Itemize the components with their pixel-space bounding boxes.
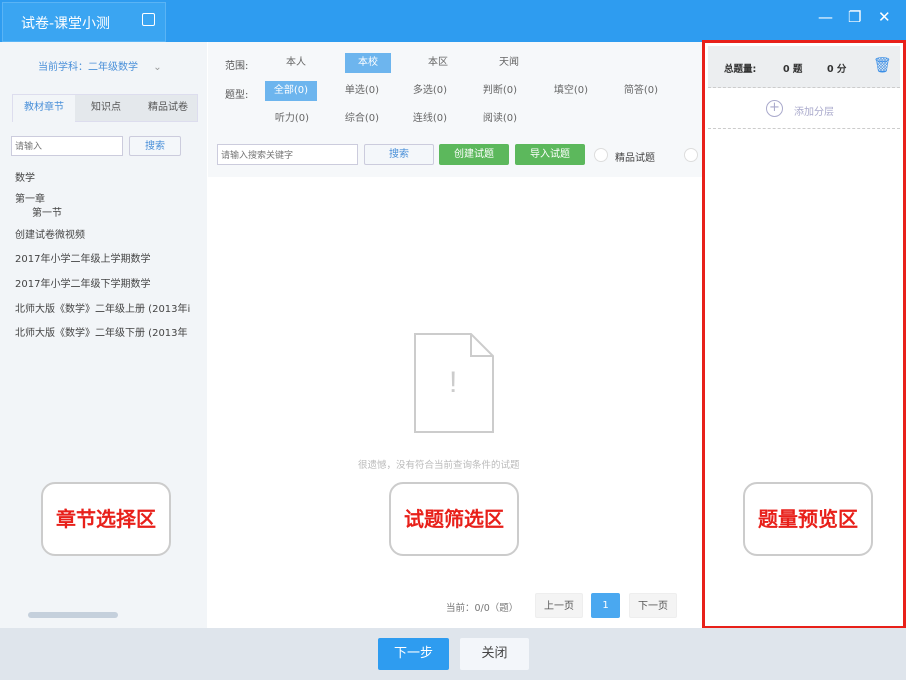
create-question-button[interactable]: 创建试题: [439, 144, 509, 165]
tree-item[interactable]: 第一章: [15, 190, 45, 205]
tab-premium-papers[interactable]: 精品试卷: [137, 95, 199, 122]
question-count: 0 题: [783, 64, 803, 75]
tree-item[interactable]: 2017年小学二年级下学期数学: [15, 275, 150, 290]
close-icon[interactable]: ✕: [878, 8, 891, 26]
type-option[interactable]: 简答(0): [615, 81, 667, 101]
tab-textbook-chapters[interactable]: 教材章节: [13, 95, 75, 122]
chevron-down-icon: ⌄: [153, 62, 162, 73]
type-option[interactable]: 综合(0): [336, 109, 388, 129]
page-1-button[interactable]: 1: [591, 593, 620, 618]
type-option[interactable]: 多选(0): [404, 81, 456, 101]
trash-icon[interactable]: 🗑: [873, 56, 892, 74]
type-option[interactable]: 全部(0): [265, 81, 317, 101]
add-layer-label: 添加分层: [794, 107, 834, 118]
horizontal-scrollbar[interactable]: [28, 612, 118, 618]
next-page-button[interactable]: 下一页: [629, 593, 677, 618]
type-label: 题型:: [225, 90, 249, 101]
tree-item[interactable]: 2017年小学二年级上学期数学: [15, 250, 150, 265]
type-option[interactable]: 听力(0): [266, 109, 318, 129]
total-label: 总题量:: [724, 64, 757, 75]
callout-preview-area: 题量预览区: [743, 482, 873, 556]
question-search-button[interactable]: 搜索: [364, 144, 434, 165]
premium-radio[interactable]: [594, 148, 608, 162]
question-search-input[interactable]: [217, 144, 358, 165]
total-score: 0 分: [827, 64, 847, 75]
restore-icon[interactable]: ❐: [848, 8, 861, 26]
tree-item[interactable]: 第一节: [32, 204, 62, 219]
tab-knowledge-points[interactable]: 知识点: [75, 95, 137, 122]
pager-status: 当前：0/0（题）: [446, 603, 519, 614]
type-option[interactable]: 填空(0): [545, 81, 597, 101]
chapter-search-button[interactable]: 搜索: [129, 136, 181, 156]
callout-chapter-area: 章节选择区: [41, 482, 171, 556]
prev-page-button[interactable]: 上一页: [535, 593, 583, 618]
svg-text:!: !: [449, 366, 457, 399]
scope-option[interactable]: 本区: [415, 53, 461, 73]
tree-item[interactable]: 北师大版《数学》二年级上册 (2013年i: [15, 300, 200, 315]
chapter-search-input[interactable]: [11, 136, 123, 156]
plus-circle-icon: +: [766, 100, 783, 117]
edit-icon[interactable]: [142, 13, 155, 26]
type-option[interactable]: 阅读(0): [474, 109, 526, 129]
scope-label: 范围:: [225, 61, 249, 72]
scope-option[interactable]: 本人: [273, 53, 319, 73]
scope-option[interactable]: 本校: [345, 53, 391, 73]
close-button[interactable]: 关闭: [460, 638, 529, 670]
subject-select[interactable]: 当前学科：二年级数学 ⌄: [38, 58, 162, 73]
scope-option[interactable]: 天闻: [486, 53, 532, 73]
next-step-button[interactable]: 下一步: [378, 638, 449, 670]
add-layer-button[interactable]: + 添加分层: [708, 89, 900, 129]
empty-message: 很遗憾，没有符合当前查询条件的试题: [358, 460, 520, 471]
type-option[interactable]: 单选(0): [336, 81, 388, 101]
tree-item[interactable]: 数学: [15, 169, 35, 184]
empty-document-icon: !: [414, 333, 494, 433]
subject-label: 当前学科：二年级数学: [38, 62, 138, 73]
import-question-button[interactable]: 导入试题: [515, 144, 585, 165]
minimize-icon[interactable]: —: [818, 8, 833, 26]
radio-option[interactable]: [684, 148, 698, 162]
type-option[interactable]: 连线(0): [404, 109, 456, 129]
tree-item[interactable]: 北师大版《数学》二年级下册 (2013年: [15, 324, 200, 339]
tree-item[interactable]: 创建试卷微视频: [15, 226, 85, 241]
type-option[interactable]: 判断(0): [474, 81, 526, 101]
callout-filter-area: 试题筛选区: [389, 482, 519, 556]
premium-label: 精品试题: [615, 153, 655, 164]
footer-bar: [0, 628, 906, 680]
